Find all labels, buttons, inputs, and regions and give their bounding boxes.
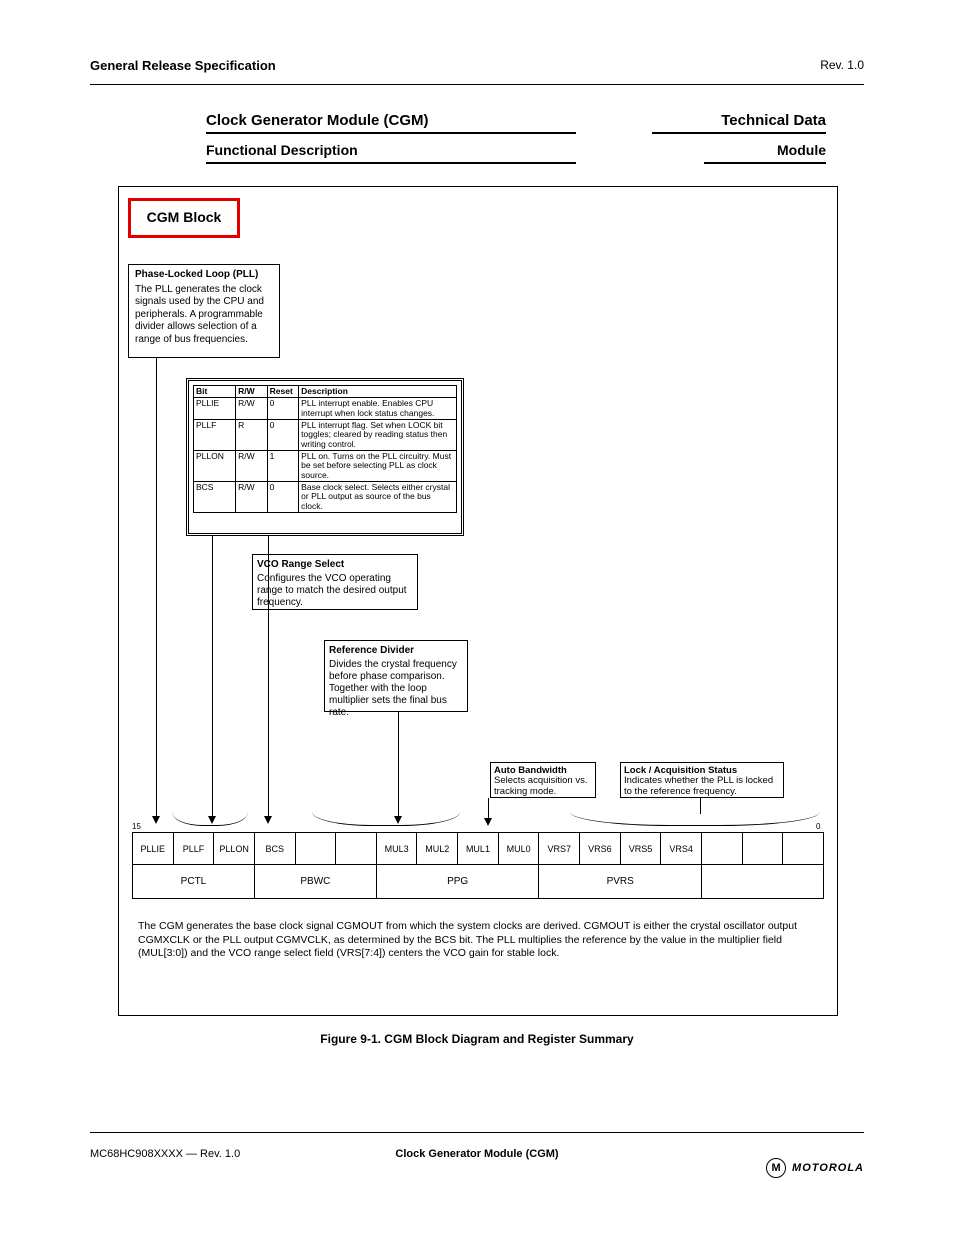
th-reset: Reset bbox=[267, 386, 299, 398]
figure-body-text: The CGM generates the base clock signal … bbox=[138, 920, 816, 961]
section-tag-1: Technical Data bbox=[721, 112, 826, 129]
section-tag-2: Module bbox=[777, 142, 826, 158]
table-row: PLLIE R/W 0 PLL interrupt enable. Enable… bbox=[194, 398, 457, 420]
header-right: Rev. 1.0 bbox=[820, 58, 864, 72]
label-row: PCTL PBWC PPG PVRS bbox=[133, 865, 824, 899]
cell: PLL interrupt flag. Set when LOCK bit to… bbox=[299, 420, 457, 451]
bit-cell bbox=[701, 833, 742, 865]
header-left: General Release Specification bbox=[90, 58, 276, 73]
control-register-table: Bit R/W Reset Description PLLIE R/W 0 PL… bbox=[186, 378, 464, 536]
bit-cell: MUL1 bbox=[458, 833, 499, 865]
section-rule-1 bbox=[206, 132, 576, 134]
bit-cell: PLLIE bbox=[133, 833, 174, 865]
th-rw: R/W bbox=[236, 386, 268, 398]
label-cell bbox=[701, 865, 823, 899]
motorola-logo: M MOTOROLA bbox=[766, 1158, 864, 1178]
figure-caption: Figure 9-1. CGM Block Diagram and Regist… bbox=[0, 1032, 954, 1046]
section-title: Clock Generator Module (CGM) bbox=[206, 112, 429, 129]
bit-cell bbox=[742, 833, 783, 865]
cell: PLLF bbox=[194, 420, 236, 451]
bit-cell: MUL3 bbox=[376, 833, 417, 865]
pll-box-body: The PLL generates the clock signals used… bbox=[135, 284, 273, 347]
header-rule bbox=[90, 84, 864, 85]
label-cell: PBWC bbox=[254, 865, 376, 899]
th-desc: Description bbox=[299, 386, 457, 398]
arrow-head-icon bbox=[484, 818, 492, 826]
section-subtitle: Functional Description bbox=[206, 142, 358, 158]
motorola-batwing-icon: M bbox=[766, 1158, 786, 1178]
label-cell: PCTL bbox=[133, 865, 255, 899]
cell: BCS bbox=[194, 482, 236, 513]
bit-cell bbox=[295, 833, 336, 865]
arrow-line bbox=[398, 712, 399, 816]
arrow-head-icon bbox=[152, 816, 160, 824]
bit-cell: VRS6 bbox=[580, 833, 621, 865]
bit-cell: MUL0 bbox=[498, 833, 539, 865]
bit-row: PLLIE PLLF PLLON BCS MUL3 MUL2 MUL1 MUL0… bbox=[133, 833, 824, 865]
arrow-line bbox=[268, 536, 269, 816]
cell: R bbox=[236, 420, 268, 451]
auto-bandwidth-box: Auto Bandwidth Selects acquisition vs. t… bbox=[490, 762, 596, 798]
vco-range-title: VCO Range Select bbox=[257, 559, 413, 571]
bit-cell: BCS bbox=[254, 833, 295, 865]
bit-field-table: PLLIE PLLF PLLON BCS MUL3 MUL2 MUL1 MUL0… bbox=[132, 832, 824, 899]
bit-cell bbox=[336, 833, 377, 865]
arrow-line bbox=[212, 536, 213, 816]
motorola-logo-text: MOTOROLA bbox=[792, 1162, 864, 1174]
label-cell: PVRS bbox=[539, 865, 702, 899]
cgm-block-label: CGM Block bbox=[128, 198, 240, 238]
cell: 1 bbox=[267, 451, 299, 482]
ref-divider-box: Reference Divider Divides the crystal fr… bbox=[324, 640, 468, 712]
vco-range-body: Configures the VCO operating range to ma… bbox=[257, 573, 413, 609]
lock-status-body: Indicates whether the PLL is locked to t… bbox=[624, 776, 780, 797]
cell: R/W bbox=[236, 451, 268, 482]
cell: PLL interrupt enable. Enables CPU interr… bbox=[299, 398, 457, 420]
cell: 0 bbox=[267, 482, 299, 513]
bit-cell bbox=[783, 833, 824, 865]
vco-range-box: VCO Range Select Configures the VCO oper… bbox=[252, 554, 418, 610]
section-rule-2 bbox=[206, 162, 576, 164]
arrow-line bbox=[488, 798, 489, 818]
arrow-head-icon bbox=[264, 816, 272, 824]
bit-number-right: 0 bbox=[816, 822, 820, 831]
bit-number-left: 15 bbox=[132, 822, 141, 831]
cell: PLL on. Turns on the PLL circuitry. Must… bbox=[299, 451, 457, 482]
bit-cell: VRS7 bbox=[539, 833, 580, 865]
ref-divider-title: Reference Divider bbox=[329, 645, 463, 657]
table-row: PLLF R 0 PLL interrupt flag. Set when LO… bbox=[194, 420, 457, 451]
cell: PLLON bbox=[194, 451, 236, 482]
ref-divider-body: Divides the crystal frequency before pha… bbox=[329, 659, 463, 719]
cell: R/W bbox=[236, 482, 268, 513]
table-row: BCS R/W 0 Base clock select. Selects eit… bbox=[194, 482, 457, 513]
footer-rule bbox=[90, 1132, 864, 1133]
cell: 0 bbox=[267, 420, 299, 451]
auto-bandwidth-body: Selects acquisition vs. tracking mode. bbox=[494, 776, 592, 797]
label-cell: PPG bbox=[376, 865, 539, 899]
lock-status-box: Lock / Acquisition Status Indicates whet… bbox=[620, 762, 784, 798]
bit-cell: PLLF bbox=[173, 833, 214, 865]
cell: 0 bbox=[267, 398, 299, 420]
section-right-rule-2 bbox=[704, 162, 826, 164]
bit-cell: VRS5 bbox=[620, 833, 661, 865]
cell: Base clock select. Selects either crysta… bbox=[299, 482, 457, 513]
bit-cell: VRS4 bbox=[661, 833, 702, 865]
bit-cell: PLLON bbox=[214, 833, 255, 865]
pll-box: Phase-Locked Loop (PLL) The PLL generate… bbox=[128, 264, 280, 358]
th-bit: Bit bbox=[194, 386, 236, 398]
cell: PLLIE bbox=[194, 398, 236, 420]
table-row: PLLON R/W 1 PLL on. Turns on the PLL cir… bbox=[194, 451, 457, 482]
bit-cell: MUL2 bbox=[417, 833, 458, 865]
arrow-line bbox=[156, 358, 157, 816]
pll-box-title: Phase-Locked Loop (PLL) bbox=[135, 269, 273, 282]
section-right-rule-1 bbox=[652, 132, 826, 134]
cell: R/W bbox=[236, 398, 268, 420]
